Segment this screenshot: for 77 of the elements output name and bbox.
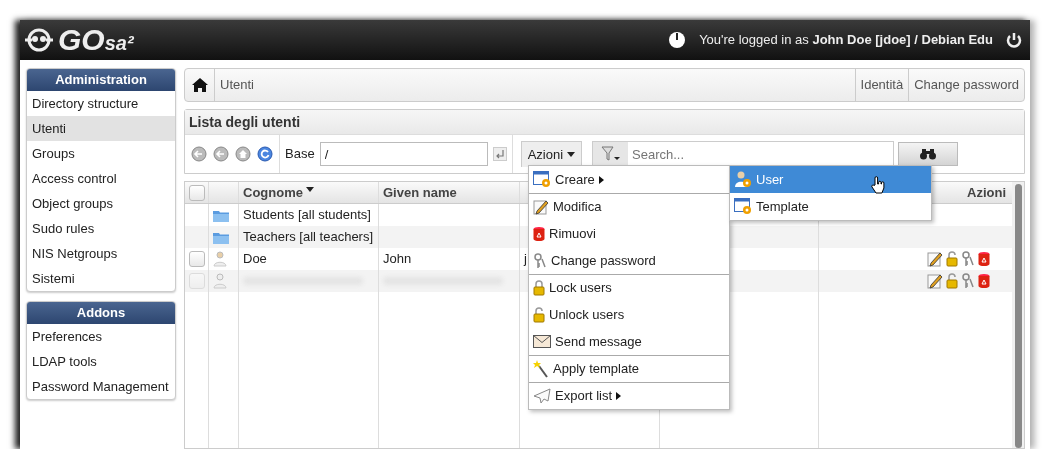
padlock-icon: [533, 280, 545, 296]
keys-icon: [533, 252, 547, 269]
binoculars-icon: [919, 148, 938, 160]
breadcrumb-link[interactable]: Identità: [854, 69, 909, 101]
paper-plane-icon: [533, 388, 551, 404]
sidebar-section-title: Addons: [27, 302, 175, 324]
search-box[interactable]: Search...: [592, 141, 895, 167]
menu-item[interactable]: Rimuovi: [529, 220, 729, 247]
base-label: Base: [285, 145, 315, 164]
back-icon[interactable]: [191, 146, 207, 162]
enter-icon[interactable]: [492, 147, 507, 161]
sidebar-item[interactable]: Groups: [27, 141, 175, 166]
trash-icon[interactable]: [978, 273, 990, 289]
logo: GOsa²: [58, 24, 134, 56]
envelope-icon: [533, 335, 551, 348]
logo-icon: [24, 27, 54, 53]
menu-item[interactable]: Lock users: [529, 274, 729, 301]
menu-item[interactable]: Send message: [529, 328, 729, 355]
column-header[interactable]: Given name: [378, 182, 519, 203]
table-cell-text: Doe: [243, 250, 267, 269]
actions-button[interactable]: Azioni: [520, 141, 583, 167]
row-checkbox[interactable]: [189, 251, 205, 267]
clock-icon: [668, 31, 687, 49]
keys-icon[interactable]: [961, 273, 975, 289]
menu-item[interactable]: Export list: [529, 382, 729, 409]
hand-cursor-icon: [871, 176, 885, 194]
sidebar-item[interactable]: Access control: [27, 166, 175, 191]
refresh-icon[interactable]: [257, 146, 273, 162]
sidebar-item[interactable]: Sistemi: [27, 266, 175, 291]
sidebar-item[interactable]: Preferences: [27, 324, 175, 349]
user-icon: [213, 251, 227, 267]
pencil-icon: [533, 199, 549, 215]
filter-icon[interactable]: [600, 146, 621, 162]
keys-icon[interactable]: [961, 251, 975, 267]
sidebar-item[interactable]: Directory structure: [27, 91, 175, 116]
table-cell-text: Students [all students]: [243, 206, 371, 225]
pencil-icon[interactable]: [927, 251, 943, 267]
pencil-icon[interactable]: [927, 273, 943, 289]
folder-icon: [213, 208, 229, 222]
menu-item[interactable]: Apply template: [529, 355, 729, 382]
menu-item[interactable]: Change password: [529, 247, 729, 274]
sidebar-item[interactable]: Password Management: [27, 374, 175, 399]
sidebar-item[interactable]: Sudo rules: [27, 216, 175, 241]
home-icon[interactable]: [191, 78, 208, 92]
sidebar-item[interactable]: NIS Netgroups: [27, 241, 175, 266]
user-gear-icon: [734, 171, 752, 188]
menu-item[interactable]: User: [730, 166, 931, 193]
breadcrumb-text: Utenti: [219, 76, 255, 95]
user-icon: [213, 273, 227, 289]
table-cell-text: j: [524, 250, 527, 269]
base-field[interactable]: /: [319, 142, 488, 166]
scrollbar-thumb[interactable]: [1014, 184, 1022, 448]
trash-icon: [533, 225, 545, 242]
sidebar-item[interactable]: Object groups: [27, 191, 175, 216]
menu-item[interactable]: Modifica: [529, 193, 729, 220]
sidebar-item[interactable]: Utenti: [27, 116, 175, 141]
select-all-checkbox[interactable]: [189, 184, 205, 201]
menu-item[interactable]: Template: [730, 193, 931, 220]
menu-item[interactable]: Creare: [529, 166, 729, 193]
magic-wand-icon: [533, 360, 549, 378]
window-gear-icon: [533, 171, 551, 188]
unlocked-padlock-icon: [533, 306, 545, 323]
panel-title: Lista degli utenti: [185, 110, 1024, 135]
caret-icon: [567, 152, 576, 157]
window-gear-icon: [734, 198, 752, 215]
search-button[interactable]: [898, 142, 959, 166]
login-status: You're logged in as John Doe [jdoe] / Debian Edu: [699, 31, 993, 50]
menu-item[interactable]: Unlock users: [529, 301, 729, 328]
column-header[interactable]: Cognome: [238, 182, 378, 203]
trash-icon[interactable]: [978, 251, 990, 267]
table-cell-text: John: [383, 250, 412, 269]
breadcrumb-link[interactable]: Change password: [908, 69, 1024, 101]
sidebar-section-title: Administration: [27, 69, 175, 91]
sidebar-item[interactable]: LDAP tools: [27, 349, 175, 374]
table-cell-text: Teachers [all teachers]: [243, 228, 374, 247]
folder-icon: [213, 230, 229, 244]
power-icon[interactable]: [1006, 32, 1022, 48]
